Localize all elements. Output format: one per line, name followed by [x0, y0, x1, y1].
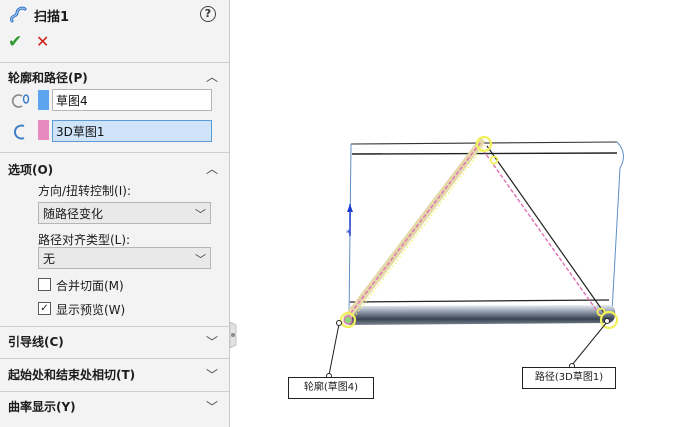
- callout-leader-path: [569, 318, 610, 369]
- show-preview-label: 显示预览(W): [56, 303, 126, 317]
- feature-titlebar: 扫描1 ?: [0, 0, 230, 28]
- profile-color-swatch: [38, 90, 49, 110]
- alignment-dropdown[interactable]: 无 ﹀: [38, 247, 211, 269]
- divider: [0, 152, 230, 153]
- path-color-swatch: [38, 120, 49, 140]
- profile-selection-field[interactable]: 草图4: [52, 89, 212, 111]
- section-guide-curves-header[interactable]: 引导线(C): [8, 333, 64, 350]
- divider: [0, 326, 230, 327]
- profile-callout[interactable]: 轮廓(草图4): [288, 377, 374, 399]
- chevron-up-icon[interactable]: ︿: [206, 68, 218, 85]
- chevron-down-icon[interactable]: ﹀: [206, 398, 218, 415]
- divider: [0, 358, 230, 359]
- section-profile-path-header[interactable]: 轮廓和路径(P): [8, 69, 88, 86]
- orientation-label: 方向/扭转控制(I):: [38, 184, 131, 198]
- help-icon[interactable]: ?: [200, 6, 216, 22]
- chevron-down-icon[interactable]: ﹀: [206, 366, 218, 383]
- chevron-down-icon[interactable]: ﹀: [206, 333, 218, 350]
- section-curvature-header[interactable]: 曲率显示(Y): [8, 398, 76, 415]
- property-manager-panel: 扫描1 ? ✔ ✕ 轮廓和路径(P) ︿ 草图4 3D草图1 选项(O) ︿ 方…: [0, 0, 230, 427]
- chevron-down-icon: ﹀: [195, 253, 206, 266]
- divider: [0, 391, 230, 392]
- ok-icon[interactable]: ✔: [8, 32, 22, 52]
- cancel-icon[interactable]: ✕: [36, 32, 49, 51]
- show-preview-checkbox[interactable]: ✓: [38, 302, 51, 315]
- alignment-label: 路径对齐类型(L):: [38, 233, 131, 247]
- sweep-body-preview: [348, 141, 624, 325]
- merge-faces-label: 合并切面(M): [56, 279, 124, 293]
- sweep-preview: *: [326, 135, 624, 379]
- divider: [0, 62, 230, 63]
- profile-selector-icon: [11, 94, 30, 108]
- alignment-value: 无: [43, 252, 56, 266]
- feature-title: 扫描1: [34, 10, 70, 25]
- sweep-feature-icon: [10, 6, 27, 23]
- orientation-value: 随路径变化: [43, 207, 104, 221]
- section-tangency-header[interactable]: 起始处和结束处相切(T): [8, 366, 135, 383]
- path-selector-icon: [14, 124, 25, 140]
- merge-faces-checkbox[interactable]: [38, 278, 51, 291]
- chevron-up-icon[interactable]: ︿: [206, 160, 218, 177]
- path-selection-field[interactable]: 3D草图1: [52, 120, 212, 142]
- section-options-header[interactable]: 选项(O): [8, 161, 53, 178]
- callout-leader-profile: [326, 320, 342, 379]
- path-callout[interactable]: 路径(3D草图1): [522, 367, 616, 389]
- chevron-down-icon: ﹀: [195, 208, 206, 221]
- graphics-viewport[interactable]: * 轮廓(草图4) 路径(3D草图1): [231, 0, 700, 427]
- svg-text:*: *: [346, 229, 351, 239]
- orientation-dropdown[interactable]: 随路径变化 ﹀: [38, 202, 211, 224]
